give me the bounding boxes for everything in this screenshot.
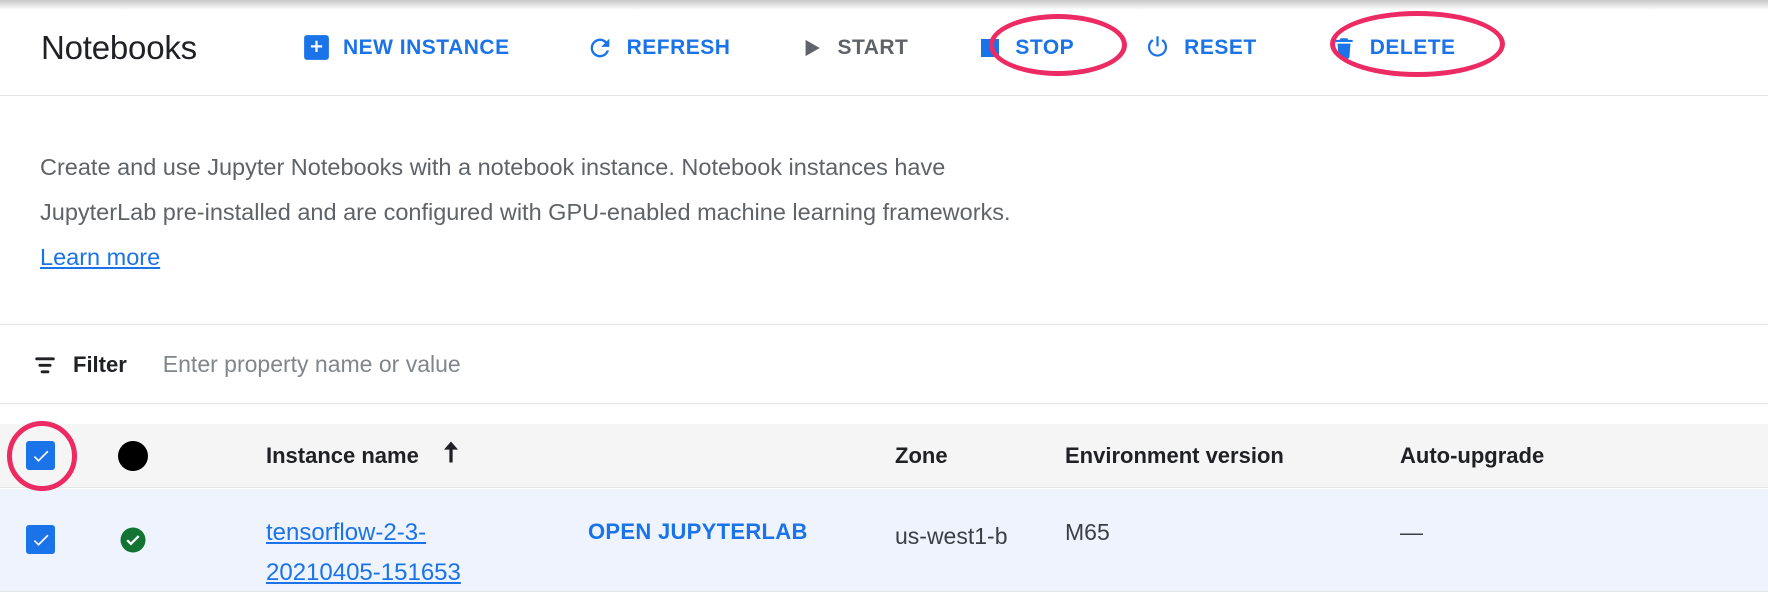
page-title: Notebooks bbox=[41, 28, 197, 66]
notebooks-page: Notebooks NEW INSTANCE REFRESH START STO… bbox=[0, 0, 1768, 592]
new-instance-button[interactable]: NEW INSTANCE bbox=[303, 34, 510, 61]
description-text: Create and use Jupyter Notebooks with a … bbox=[40, 145, 1050, 280]
table-header-row: Instance name Zone Environment version A… bbox=[0, 424, 1768, 488]
table-row[interactable]: tensorflow-2-3-20210405-151653 OPEN JUPY… bbox=[0, 489, 1768, 592]
plus-box-icon bbox=[303, 34, 330, 61]
check-circle-green-icon bbox=[118, 525, 148, 555]
filter-bar: Filter bbox=[0, 326, 1768, 404]
row-auto-upgrade-value: — bbox=[1400, 519, 1423, 545]
page-header: Notebooks NEW INSTANCE REFRESH START STO… bbox=[0, 0, 1768, 96]
check-icon bbox=[33, 450, 48, 462]
column-header-instance-name[interactable]: Instance name bbox=[266, 443, 419, 469]
description-paragraph: Create and use Jupyter Notebooks with a … bbox=[40, 154, 1011, 225]
stop-square-icon bbox=[978, 36, 1002, 60]
trash-icon bbox=[1331, 35, 1357, 61]
instance-name-link[interactable]: tensorflow-2-3-20210405-151653 bbox=[266, 513, 496, 592]
description-section: Create and use Jupyter Notebooks with a … bbox=[0, 96, 1768, 325]
reset-button[interactable]: RESET bbox=[1144, 34, 1257, 61]
stop-label: STOP bbox=[1015, 35, 1075, 59]
row-zone-value: us-west1-b bbox=[895, 523, 1008, 549]
delete-label: DELETE bbox=[1369, 35, 1456, 59]
refresh-label: REFRESH bbox=[626, 35, 731, 59]
select-all-checkbox[interactable] bbox=[26, 441, 55, 470]
play-icon bbox=[798, 35, 824, 61]
reset-label: RESET bbox=[1184, 35, 1257, 59]
new-instance-label: NEW INSTANCE bbox=[342, 35, 510, 59]
column-header-environment-version[interactable]: Environment version bbox=[1065, 443, 1284, 469]
filter-input[interactable] bbox=[162, 351, 863, 378]
arrow-up-icon[interactable] bbox=[437, 438, 465, 471]
row-select-checkbox[interactable] bbox=[26, 525, 55, 554]
stop-button[interactable]: STOP bbox=[978, 36, 1074, 60]
status-column-icon bbox=[118, 441, 148, 471]
start-button[interactable]: START bbox=[798, 35, 908, 61]
start-label: START bbox=[837, 35, 909, 59]
row-environment-version-value: M65 bbox=[1065, 519, 1110, 545]
toolbar: NEW INSTANCE REFRESH START STOP RESET DE… bbox=[303, 34, 1456, 62]
power-icon bbox=[1144, 34, 1171, 61]
column-header-zone[interactable]: Zone bbox=[895, 443, 948, 469]
open-jupyterlab-link[interactable]: OPEN JUPYTERLAB bbox=[588, 519, 808, 545]
refresh-icon bbox=[586, 34, 614, 62]
filter-label: Filter bbox=[73, 351, 127, 377]
check-icon bbox=[33, 534, 48, 546]
refresh-button[interactable]: REFRESH bbox=[586, 34, 731, 62]
filter-icon[interactable] bbox=[32, 352, 58, 378]
learn-more-link[interactable]: Learn more bbox=[40, 244, 160, 270]
delete-button[interactable]: DELETE bbox=[1331, 35, 1456, 61]
column-header-auto-upgrade[interactable]: Auto-upgrade bbox=[1400, 443, 1544, 469]
